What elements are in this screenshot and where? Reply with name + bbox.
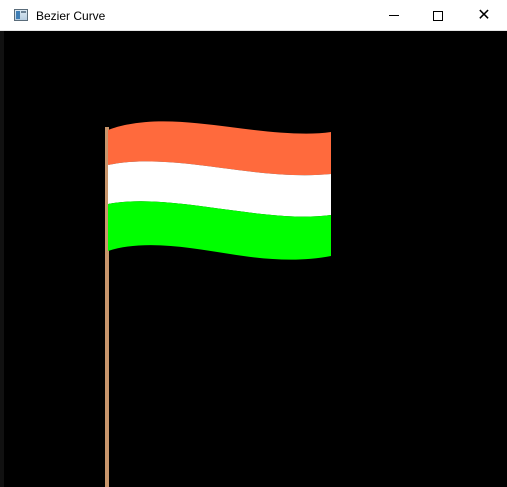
minimize-icon [389, 15, 399, 16]
maximize-button[interactable] [415, 0, 461, 31]
minimize-button[interactable] [371, 0, 417, 31]
close-button[interactable]: ✕ [461, 0, 507, 31]
window-title: Bezier Curve [36, 9, 106, 23]
left-edge-shadow [0, 31, 4, 487]
flag-canvas [0, 31, 507, 487]
title-bar[interactable]: Bezier Curve ✕ [0, 0, 507, 31]
window-app-icon [14, 9, 28, 21]
close-icon: ✕ [477, 6, 491, 24]
bezier-curve-window: Bezier Curve ✕ [0, 0, 507, 487]
canvas-background [0, 31, 507, 487]
drawing-area [0, 31, 507, 487]
maximize-icon [433, 10, 443, 21]
